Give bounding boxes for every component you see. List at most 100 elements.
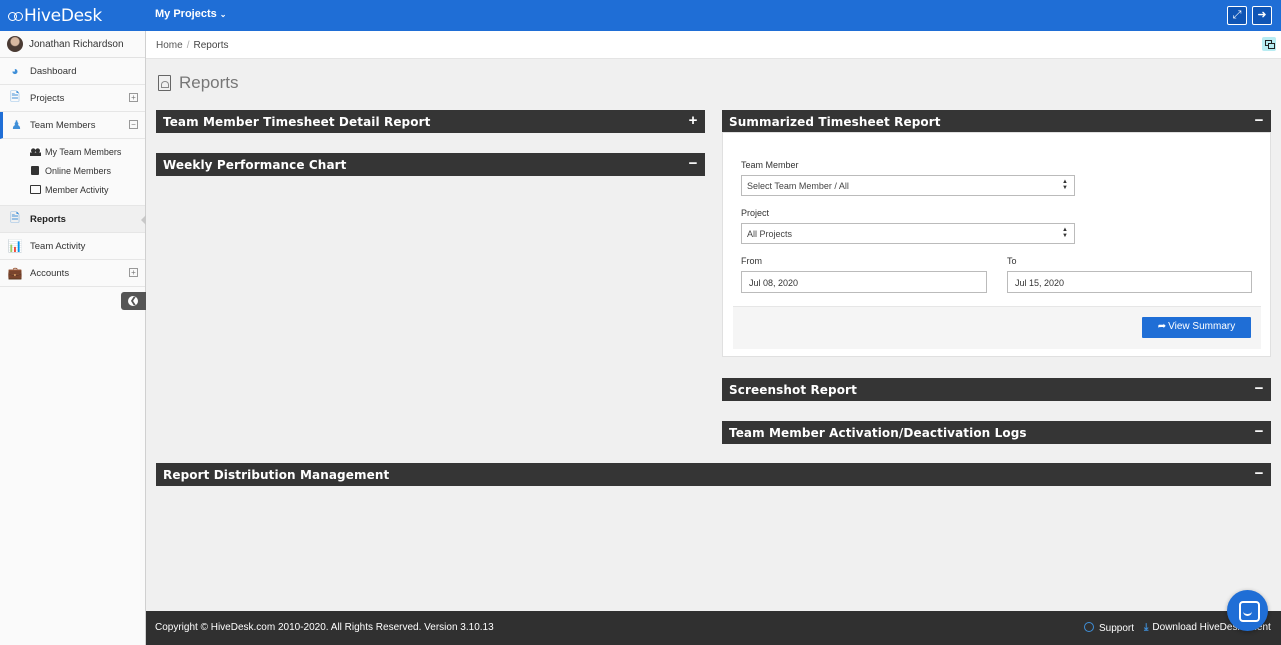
to-date-value: Jul 15, 2020 xyxy=(1015,278,1065,288)
summarized-report-form: Team Member Select Team Member / All ▲ ▼ … xyxy=(722,132,1271,357)
minus-icon[interactable]: − xyxy=(1253,424,1265,440)
team-member-select[interactable]: Select Team Member / All ▲ ▼ xyxy=(741,175,1075,196)
pdf-document-icon: 🗎 xyxy=(10,210,20,225)
sidebar-item-accounts[interactable]: 💼 Accounts + xyxy=(0,260,145,287)
view-summary-label: View Summary xyxy=(1168,321,1236,332)
panel-title: Weekly Performance Chart xyxy=(163,158,347,172)
sidebar-item-label: Accounts xyxy=(30,267,70,279)
speedometer-icon: ◕ xyxy=(11,64,19,78)
sidebar-subitem-label: Online Members xyxy=(45,165,112,176)
team-member-select-value: Select Team Member / All xyxy=(747,181,849,191)
expand-icon: ⤢ xyxy=(1232,9,1242,21)
person-icon: ♟ xyxy=(11,118,22,132)
logo-text: HiveDesk xyxy=(24,6,102,26)
to-date-field[interactable]: Jul 15, 2020 xyxy=(1007,271,1252,293)
breadcrumb-bar: Home / Reports xyxy=(146,31,1281,59)
copyright-text: Copyright © HiveDesk.com 2010-2020. All … xyxy=(155,622,494,633)
sidebar-subitem-online-members[interactable]: Online Members xyxy=(0,161,145,180)
hivedesk-logo-icon xyxy=(8,11,23,21)
sidebar-item-projects[interactable]: 🗎 Projects + xyxy=(0,85,145,112)
sidebar-item-label: Team Activity xyxy=(30,240,86,252)
sidebar-item-label: Reports xyxy=(30,213,66,225)
breadcrumb: Home / Reports xyxy=(156,40,228,51)
sidebar-item-team-members[interactable]: ♟ Team Members − xyxy=(0,112,145,139)
sidebar-item-team-activity[interactable]: 📊 Team Activity xyxy=(0,233,145,260)
sidebar-item-label: Projects xyxy=(30,92,65,104)
panel-activation-logs-header[interactable]: Team Member Activation/Deactivation Logs… xyxy=(722,421,1271,444)
chat-widget-button[interactable] xyxy=(1227,590,1268,631)
collapse-minus-icon[interactable]: − xyxy=(129,120,138,129)
support-icon xyxy=(1084,622,1094,632)
shortcut-button[interactable] xyxy=(1262,37,1276,51)
expand-plus-icon[interactable]: + xyxy=(129,268,138,277)
footer: Copyright © HiveDesk.com 2010-2020. All … xyxy=(146,611,1281,645)
expand-plus-icon[interactable]: + xyxy=(129,93,138,102)
minus-icon[interactable]: − xyxy=(1253,113,1265,129)
support-link[interactable]: Support xyxy=(1084,622,1134,634)
minus-icon[interactable]: − xyxy=(1253,381,1265,397)
top-navbar: HiveDesk My Projects ⌄ ⤢ ➜ xyxy=(0,0,1281,31)
sidebar-subitem-label: Member Activity xyxy=(45,184,109,195)
chevron-down-icon: ⌄ xyxy=(219,10,227,19)
briefcase-icon: 💼 xyxy=(7,266,23,280)
from-label: From xyxy=(741,256,762,266)
sidebar-item-label: Team Members xyxy=(30,119,96,131)
document-icon: 🗎 xyxy=(10,89,20,104)
collapse-sidebar-button[interactable]: ❮ xyxy=(121,292,146,310)
page-title: Reports xyxy=(158,73,239,93)
panel-title: Summarized Timesheet Report xyxy=(729,115,941,129)
arrow-left-icon: ❮ xyxy=(130,296,137,305)
panel-title: Screenshot Report xyxy=(729,383,857,397)
panel-title: Report Distribution Management xyxy=(163,468,390,482)
sidebar-subitem-label: My Team Members xyxy=(45,146,122,157)
download-icon: ⤓ xyxy=(1144,622,1149,633)
minus-icon[interactable]: − xyxy=(687,156,699,172)
user-square-icon xyxy=(31,166,39,175)
form-actions: ➦ View Summary xyxy=(733,306,1261,349)
team-member-label: Team Member xyxy=(741,160,799,170)
my-projects-dropdown[interactable]: My Projects ⌄ xyxy=(155,8,226,20)
project-select[interactable]: All Projects ▲ ▼ xyxy=(741,223,1075,244)
sidebar-subitem-my-team-members[interactable]: My Team Members xyxy=(0,142,145,161)
plus-icon[interactable]: + xyxy=(687,113,699,129)
breadcrumb-separator: / xyxy=(186,40,190,51)
sidebar-item-label: Dashboard xyxy=(30,65,77,77)
user-profile[interactable]: Jonathan Richardson xyxy=(0,31,145,58)
share-arrow-icon: ➦ xyxy=(1157,321,1167,332)
select-arrows-icon: ▲ ▼ xyxy=(1062,227,1068,239)
panel-title: Team Member Activation/Deactivation Logs xyxy=(729,426,1027,440)
to-label: To xyxy=(1007,256,1017,266)
sidebar-subitem-member-activity[interactable]: Member Activity xyxy=(0,180,145,199)
panel-summarized-header[interactable]: Summarized Timesheet Report − xyxy=(722,110,1271,133)
sidebar: Jonathan Richardson ◕ Dashboard 🗎 Projec… xyxy=(0,31,146,645)
logout-button[interactable]: ➜ xyxy=(1252,6,1272,25)
select-arrows-icon: ▲ ▼ xyxy=(1062,179,1068,191)
bar-chart-icon: 📊 xyxy=(7,239,23,253)
project-label: Project xyxy=(741,208,770,218)
team-members-submenu: My Team Members Online Members Member Ac… xyxy=(0,139,145,206)
avatar xyxy=(7,36,23,52)
fullscreen-button[interactable]: ⤢ xyxy=(1227,6,1247,25)
panel-timesheet-detail-header[interactable]: Team Member Timesheet Detail Report + xyxy=(156,110,705,133)
panel-title: Team Member Timesheet Detail Report xyxy=(163,115,431,129)
id-card-icon xyxy=(30,185,41,194)
panel-weekly-performance-header[interactable]: Weekly Performance Chart − xyxy=(156,153,705,176)
breadcrumb-home[interactable]: Home xyxy=(156,40,183,51)
logout-icon: ➜ xyxy=(1257,9,1267,21)
panel-distribution-header[interactable]: Report Distribution Management − xyxy=(156,463,1271,486)
from-date-field[interactable]: Jul 08, 2020 xyxy=(741,271,987,293)
user-name: Jonathan Richardson xyxy=(29,38,124,50)
panel-screenshot-header[interactable]: Screenshot Report − xyxy=(722,378,1271,401)
pdf-file-icon xyxy=(158,75,171,91)
users-icon xyxy=(30,147,41,156)
my-projects-label: My Projects xyxy=(155,8,217,20)
support-label: Support xyxy=(1099,623,1135,634)
project-select-value: All Projects xyxy=(747,229,793,239)
sidebar-item-dashboard[interactable]: ◕ Dashboard xyxy=(0,58,145,85)
from-date-value: Jul 08, 2020 xyxy=(749,278,799,288)
view-summary-button[interactable]: ➦ View Summary xyxy=(1142,317,1251,338)
hivedesk-logo[interactable]: HiveDesk xyxy=(8,5,102,27)
sidebar-item-reports[interactable]: 🗎 Reports xyxy=(0,206,146,233)
page-title-text: Reports xyxy=(179,73,239,92)
minus-icon[interactable]: − xyxy=(1253,466,1265,482)
